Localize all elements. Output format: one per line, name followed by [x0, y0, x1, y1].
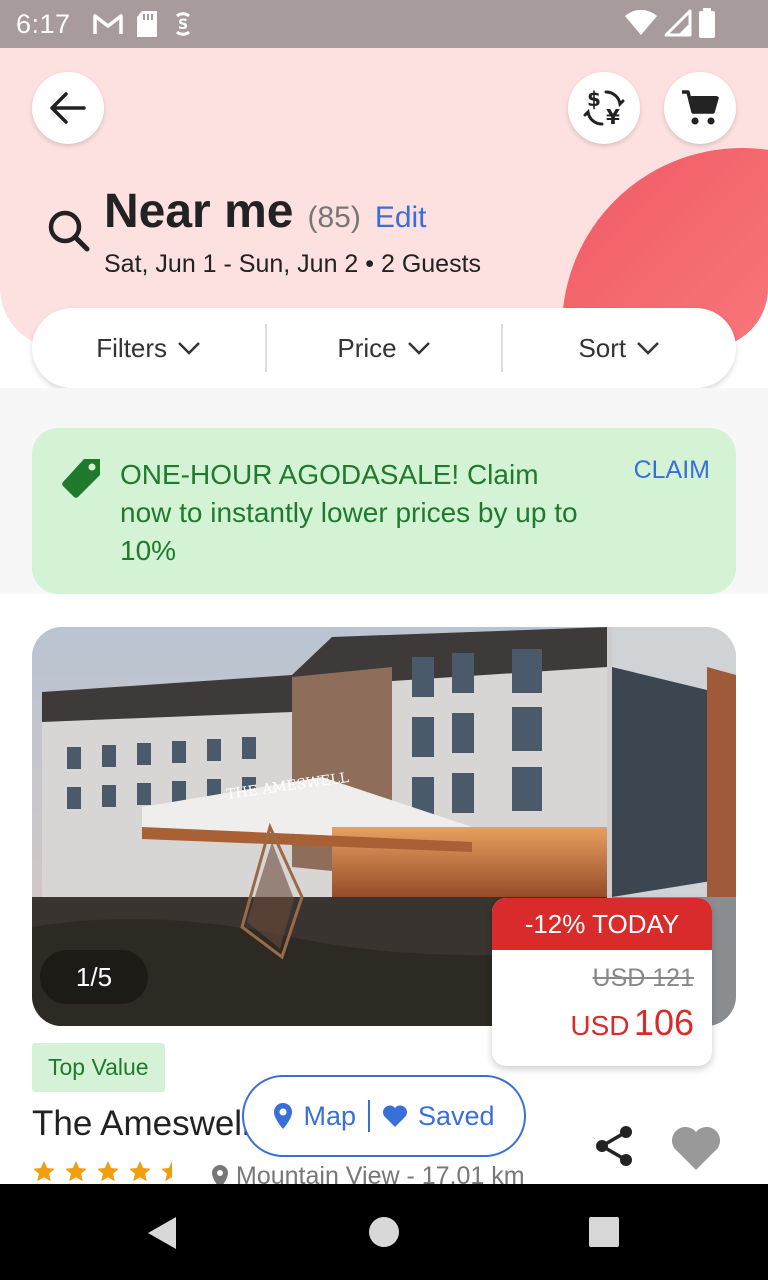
pill-divider	[367, 1100, 370, 1132]
discount-badge: -12% TODAY	[492, 898, 712, 950]
svg-text:$: $	[587, 87, 601, 111]
price-dropdown[interactable]: Price	[265, 324, 500, 372]
star-icon	[65, 1161, 87, 1182]
map-button[interactable]: Map	[273, 1101, 356, 1132]
favorite-heart-icon[interactable]	[670, 1124, 722, 1172]
wifi-icon	[625, 9, 657, 35]
notification-icons: S	[92, 9, 196, 39]
search-summary[interactable]: Near me (85) Edit	[104, 184, 427, 239]
svg-text:S: S	[178, 17, 188, 33]
star-icon	[33, 1161, 55, 1182]
star-icon	[129, 1161, 151, 1182]
claim-button[interactable]: CLAIM	[634, 456, 710, 485]
price-currency: USD	[570, 1010, 630, 1041]
price-value: 106	[633, 1002, 694, 1043]
saved-button[interactable]: Saved	[382, 1101, 495, 1132]
sync-icon: S	[176, 12, 190, 36]
hotel-name[interactable]: The Ameswell	[32, 1104, 250, 1144]
original-price: USD 121	[592, 964, 694, 992]
star-rating	[32, 1160, 184, 1184]
tag-icon	[62, 459, 100, 498]
signal-icon	[664, 9, 692, 37]
back-button[interactable]	[32, 72, 104, 144]
share-icon[interactable]	[592, 1124, 636, 1168]
sort-dropdown[interactable]: Sort	[500, 324, 736, 372]
system-nav-bar	[0, 1184, 768, 1280]
price-card: -12% TODAY USD 121 USD 106	[492, 898, 712, 1066]
edit-link[interactable]: Edit	[375, 201, 427, 235]
price-label: Price	[337, 332, 397, 363]
search-icon[interactable]	[44, 206, 92, 254]
heart-icon	[382, 1105, 407, 1127]
saved-label: Saved	[417, 1100, 495, 1131]
promo-text: ONE-HOUR AGODASALE! Claim now to instant…	[120, 459, 578, 566]
promo-banner[interactable]: ONE-HOUR AGODASALE! Claim now to instant…	[32, 428, 736, 594]
currency-button[interactable]: $ ¥	[568, 72, 640, 144]
page-title: Near me	[104, 185, 294, 238]
map-label: Map	[303, 1100, 356, 1131]
photo-counter: 1/5	[40, 950, 148, 1004]
battery-icon	[699, 8, 715, 38]
svg-text:¥: ¥	[606, 105, 620, 129]
discounted-price: USD 106	[570, 1002, 694, 1044]
status-bar: 6:17 S	[0, 0, 768, 48]
chevron-down-icon	[178, 342, 200, 355]
currency-exchange-icon: $ ¥	[583, 87, 625, 129]
result-count: (85)	[307, 201, 361, 234]
system-icons	[624, 8, 716, 38]
top-value-badge: Top Value	[32, 1043, 165, 1092]
arrow-left-icon	[50, 92, 86, 124]
cart-button[interactable]	[664, 72, 736, 144]
gmail-icon	[93, 14, 123, 34]
sort-label: Sort	[578, 332, 627, 363]
cart-icon	[682, 90, 719, 125]
search-dates-guests: Sat, Jun 1 - Sun, Jun 2 • 2 Guests	[104, 250, 482, 278]
filters-dropdown[interactable]: Filters	[32, 324, 265, 372]
chevron-down-icon	[637, 342, 660, 355]
nav-back-icon[interactable]	[146, 1216, 178, 1250]
filters-label: Filters	[96, 332, 168, 363]
nav-home-icon[interactable]	[368, 1216, 400, 1248]
map-saved-toggle: Map Saved	[242, 1075, 526, 1157]
sd-card-icon	[137, 11, 157, 37]
status-time: 6:17	[16, 9, 71, 39]
filter-bar: Filters Price Sort	[32, 308, 736, 388]
half-star-icon	[161, 1161, 172, 1182]
star-icon	[97, 1161, 119, 1182]
location-pin-icon	[274, 1103, 293, 1129]
chevron-down-icon	[407, 342, 430, 355]
nav-recents-icon[interactable]	[588, 1216, 620, 1248]
